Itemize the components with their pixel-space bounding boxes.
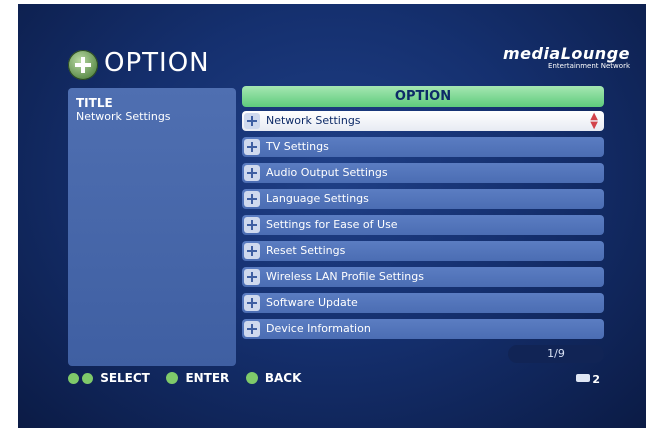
tv-screen: OPTION mediaLounge Entertainment Network… <box>18 4 646 428</box>
menu-item-device-information[interactable]: Device Information <box>242 319 604 339</box>
up-down-buttons-icon <box>82 373 93 384</box>
plus-icon <box>244 165 260 181</box>
plus-icon <box>244 217 260 233</box>
plus-icon <box>244 113 260 129</box>
footer-hints: SELECT ENTER BACK <box>68 371 301 385</box>
menu-item-label: Wireless LAN Profile Settings <box>266 270 424 283</box>
plus-icon <box>244 295 260 311</box>
brand-subtitle: Entertainment Network <box>548 62 630 70</box>
menu-item-software-update[interactable]: Software Update <box>242 293 604 313</box>
menu-item-label: Reset Settings <box>266 244 346 257</box>
menu-item-audio-output-settings[interactable]: Audio Output Settings <box>242 163 604 183</box>
menu-item-tv-settings[interactable]: TV Settings <box>242 137 604 157</box>
enter-button-icon <box>166 372 179 384</box>
page-indicator: 1/9 <box>508 345 604 363</box>
option-plus-icon <box>68 50 98 80</box>
keyboard-icon <box>576 374 591 382</box>
menu-item-label: TV Settings <box>266 140 329 153</box>
back-hint: BACK <box>264 371 302 385</box>
plus-icon <box>244 243 260 259</box>
menu-item-label: Software Update <box>266 296 358 309</box>
menu-item-language-settings[interactable]: Language Settings <box>242 189 604 209</box>
menu-item-network-settings[interactable]: Network Settings ▲ ▼ <box>242 111 604 131</box>
remote-number: 2 <box>592 373 600 386</box>
info-title-value: Network Settings <box>76 110 171 123</box>
up-down-arrows-icon: ▲ ▼ <box>590 111 598 131</box>
menu-item-wireless-lan-profile[interactable]: Wireless LAN Profile Settings <box>242 267 604 287</box>
plus-icon <box>244 269 260 285</box>
brand-logo: mediaLounge Entertainment Network <box>503 44 630 70</box>
menu-item-label: Settings for Ease of Use <box>266 218 398 231</box>
plus-icon <box>244 139 260 155</box>
menu-item-reset-settings[interactable]: Reset Settings <box>242 241 604 261</box>
page-title: OPTION <box>104 48 210 78</box>
menu-item-label: Device Information <box>266 322 371 335</box>
up-down-buttons-icon <box>68 373 79 384</box>
info-title-label: TITLE <box>76 96 113 110</box>
enter-hint: ENTER <box>185 371 230 385</box>
brand-name: mediaLounge <box>502 44 630 63</box>
options-menu: Network Settings ▲ ▼ TV Settings Audio Ou… <box>242 111 604 345</box>
select-hint: SELECT <box>100 371 150 385</box>
back-button-icon <box>245 372 258 384</box>
menu-item-label: Network Settings <box>266 114 361 127</box>
info-panel: TITLE Network Settings <box>68 88 236 366</box>
options-header: OPTION <box>242 86 604 107</box>
menu-item-label: Language Settings <box>266 192 369 205</box>
menu-item-ease-of-use[interactable]: Settings for Ease of Use <box>242 215 604 235</box>
plus-icon <box>244 191 260 207</box>
remote-indicator: 2 <box>576 373 600 386</box>
menu-item-label: Audio Output Settings <box>266 166 388 179</box>
plus-icon <box>244 321 260 337</box>
